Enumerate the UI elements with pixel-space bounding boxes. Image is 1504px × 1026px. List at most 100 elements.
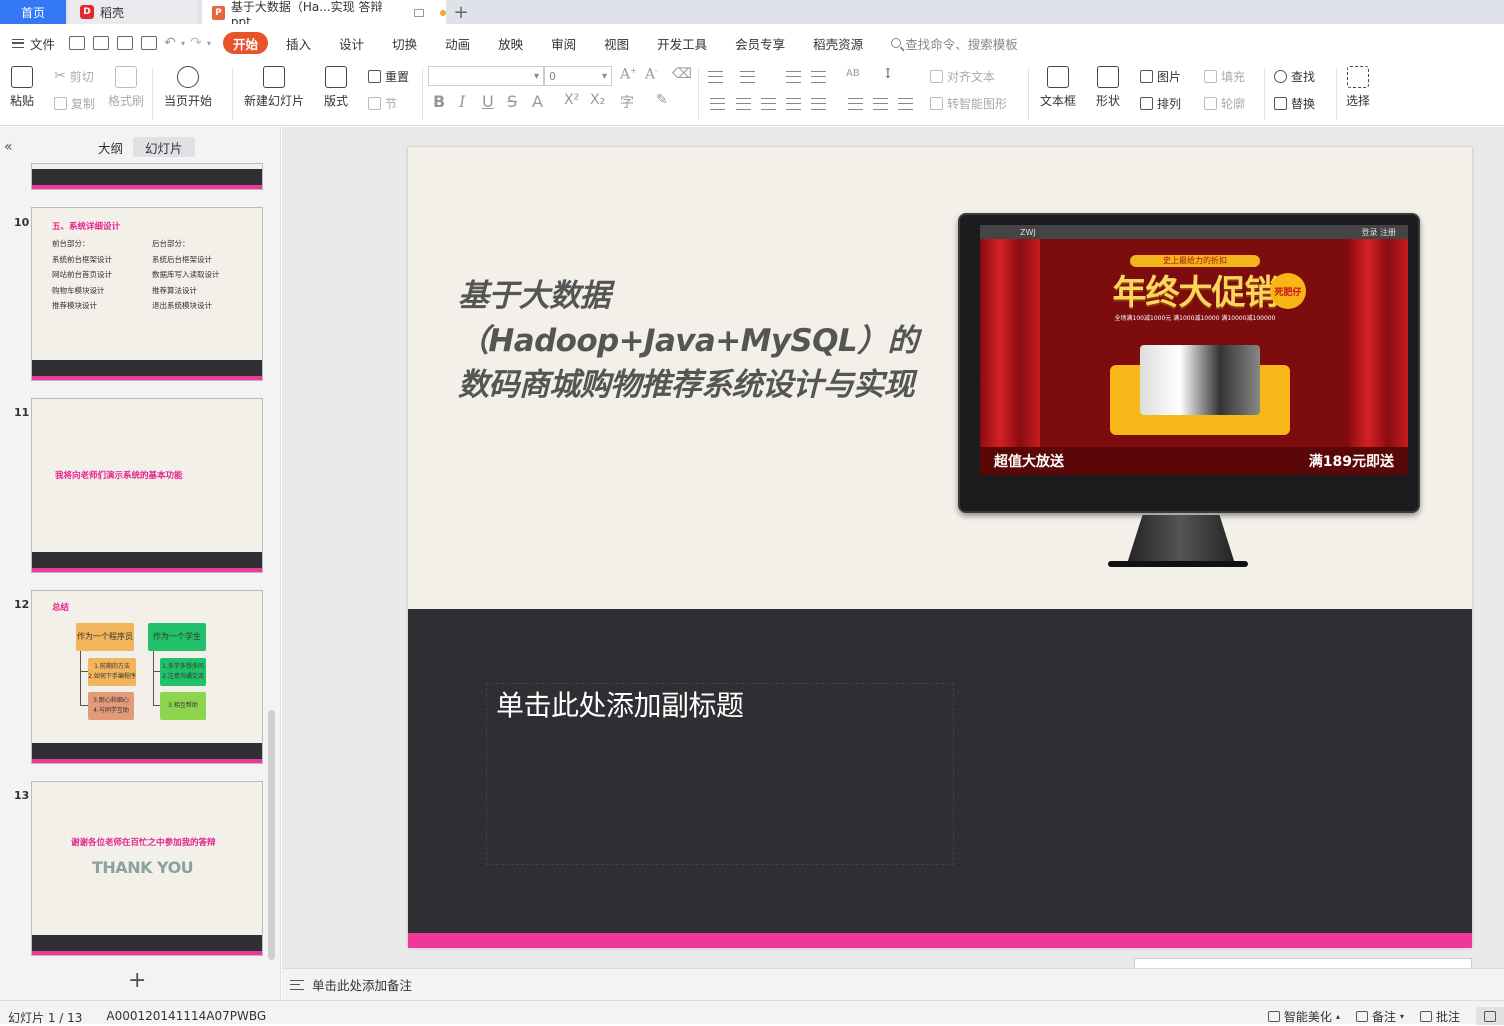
print-preview-icon[interactable] [141, 36, 158, 50]
copy-button[interactable]: 复制 [54, 92, 95, 114]
format-painter-button[interactable]: 格式刷 [108, 66, 144, 109]
bullet-list-icon[interactable] [708, 71, 723, 83]
slide-thumbnail-9[interactable] [31, 163, 263, 190]
collapse-panel-icon[interactable]: « [4, 139, 13, 155]
select-button[interactable]: 选择 [1346, 66, 1370, 109]
increase-font-icon[interactable]: A+ [620, 66, 637, 83]
status-bar: 幻灯片 1 / 13 A000120141114A07PWBG 智能美化 ▴ 备… [0, 1000, 1504, 1025]
tab-home[interactable]: 首页 [0, 0, 66, 24]
spacing-menu-icon[interactable] [898, 98, 913, 110]
slide-thumbnail-10[interactable]: 五、系统详细设计 前台部分： 系统前台框架设计 网站前台首页设计 购物车模块设计… [31, 207, 263, 381]
textbox-button[interactable]: 文本框 [1040, 66, 1076, 109]
add-slide-button[interactable]: + [128, 968, 146, 993]
notes-pane[interactable]: 单击此处添加备注 [282, 968, 1504, 1000]
align-text-button[interactable]: 对齐文本 [930, 65, 995, 87]
menu-item-developer[interactable]: 开发工具 [647, 32, 717, 54]
monitor-icon[interactable] [414, 9, 425, 17]
menu-item-transition[interactable]: 切换 [382, 32, 427, 54]
menu-item-slideshow[interactable]: 放映 [488, 32, 533, 54]
normal-view-button[interactable] [1476, 1007, 1504, 1025]
product-display [1140, 345, 1260, 415]
char-spacing-icon[interactable]: 字 [620, 92, 634, 112]
current-slide[interactable]: 基于大数据（Hadoop+Java+MySQL）的数码商城购物推荐系统设计与实现… [408, 147, 1472, 948]
numbered-list-icon[interactable] [740, 71, 755, 83]
paragraph-spacing-icon[interactable] [873, 98, 888, 110]
reset-button[interactable]: 重置 [368, 65, 409, 87]
replace-button[interactable]: 替换 [1274, 92, 1315, 114]
save-icon[interactable] [69, 36, 86, 50]
new-tab-button[interactable]: + [446, 0, 476, 24]
font-color-icon[interactable]: A [532, 92, 543, 111]
new-slide-button[interactable]: 新建幻灯片 [244, 66, 304, 109]
arrange-button[interactable]: 排列 [1140, 92, 1181, 114]
slide-thumbnail-13[interactable]: 谢谢各位老师在百忙之中参加我的答辩 THANK YOU [31, 781, 263, 956]
print-icon[interactable] [117, 36, 134, 50]
redo-icon[interactable]: ↷ [187, 35, 205, 51]
increase-indent-icon[interactable] [811, 71, 826, 83]
bold-icon[interactable]: B [433, 92, 445, 111]
tab-slides[interactable]: 幻灯片 [133, 137, 195, 157]
line-spacing-icon[interactable]: ↕ [882, 66, 894, 82]
menu-item-design[interactable]: 设计 [329, 32, 374, 54]
decrease-indent-icon[interactable] [786, 71, 801, 83]
brush-icon [115, 66, 137, 88]
column-spacing-icon[interactable] [848, 98, 863, 110]
menu-item-animation[interactable]: 动画 [435, 32, 480, 54]
distribute-icon[interactable] [811, 98, 826, 110]
file-menu[interactable]: 文件 [0, 32, 65, 54]
outline-button[interactable]: 轮廓 [1204, 92, 1245, 114]
underline-icon[interactable]: U [482, 92, 494, 111]
floating-toolbar[interactable] [1134, 958, 1472, 968]
strikethrough-icon[interactable]: S [507, 92, 517, 111]
paste-button[interactable]: 粘贴 [10, 66, 34, 109]
undo-dropdown-icon[interactable]: ▾ [179, 39, 187, 48]
highlight-icon[interactable]: ✎ [656, 92, 668, 108]
align-left-icon[interactable] [710, 98, 725, 110]
undo-icon[interactable]: ↶ [161, 35, 179, 51]
align-right-icon[interactable] [761, 98, 776, 110]
panel-scrollbar[interactable] [268, 710, 275, 960]
tab-outline[interactable]: 大纲 [86, 137, 135, 157]
slide-pink-strip [408, 933, 1472, 948]
subscript-icon[interactable]: X₂ [590, 92, 605, 108]
divider [698, 68, 699, 120]
smart-art-button[interactable]: 转智能图形 [930, 92, 1007, 114]
menu-item-member[interactable]: 会员专享 [725, 32, 795, 54]
italic-icon[interactable]: I [459, 92, 465, 111]
clear-format-icon[interactable]: ⌫ [672, 66, 692, 82]
menu-item-home[interactable]: 开始 [223, 32, 269, 54]
fill-button[interactable]: 填充 [1204, 65, 1245, 87]
slide-thumbnail-11[interactable]: 我将向老师们演示系统的基本功能 [31, 398, 263, 573]
subtitle-placeholder[interactable]: 单击此处添加副标题 [496, 684, 744, 724]
find-button[interactable]: 查找 [1274, 65, 1315, 87]
notes-toggle-button[interactable]: 备注 ▾ [1355, 1008, 1404, 1025]
customize-dropdown-icon[interactable]: ▾ [205, 39, 213, 48]
slide-thumbnail-12[interactable]: 总结 作为一个程序员 作为一个学生 1.前期的方法 2.如何下手编程序 3.耐心… [31, 590, 263, 764]
tab-document[interactable]: P 基于大数据（Ha...实现 答辩ppt [202, 0, 446, 29]
menu-item-daoke-resources[interactable]: 稻壳资源 [803, 32, 873, 54]
justify-icon[interactable] [786, 98, 801, 110]
font-size-select[interactable]: 0 ▾ [544, 66, 612, 86]
play-from-current-button[interactable]: 当页开始 [164, 66, 212, 109]
text-direction-icon[interactable]: AB [846, 68, 860, 79]
menu-item-insert[interactable]: 插入 [276, 32, 321, 54]
smart-beautify-button[interactable]: 智能美化 ▴ [1267, 1008, 1340, 1025]
font-name-select[interactable]: ▾ [428, 66, 544, 86]
tab-daoke[interactable]: D 稻壳 [68, 0, 198, 24]
command-search[interactable]: 查找命令、搜索模板 [891, 34, 1018, 53]
slide-title[interactable]: 基于大数据（Hadoop+Java+MySQL）的数码商城购物推荐系统设计与实现 [458, 274, 928, 408]
menu-item-view[interactable]: 视图 [594, 32, 639, 54]
picture-button[interactable]: 图片 [1140, 65, 1181, 87]
export-pdf-icon[interactable] [93, 36, 110, 50]
decrease-font-icon[interactable]: A- [645, 66, 658, 83]
cut-button[interactable]: ✂ 剪切 [54, 65, 94, 87]
comment-button[interactable]: 批注 [1419, 1008, 1460, 1025]
menu-item-review[interactable]: 审阅 [541, 32, 586, 54]
superscript-icon[interactable]: X² [564, 92, 579, 108]
scissors-icon: ✂ [54, 68, 66, 84]
section-button[interactable]: 节 [368, 92, 397, 114]
layout-button[interactable]: 版式 [324, 66, 348, 109]
shape-button[interactable]: 形状 [1096, 66, 1120, 109]
align-center-icon[interactable] [736, 98, 751, 110]
thumb-box: 1.前期的方法 2.如何下手编程序 [88, 658, 136, 686]
